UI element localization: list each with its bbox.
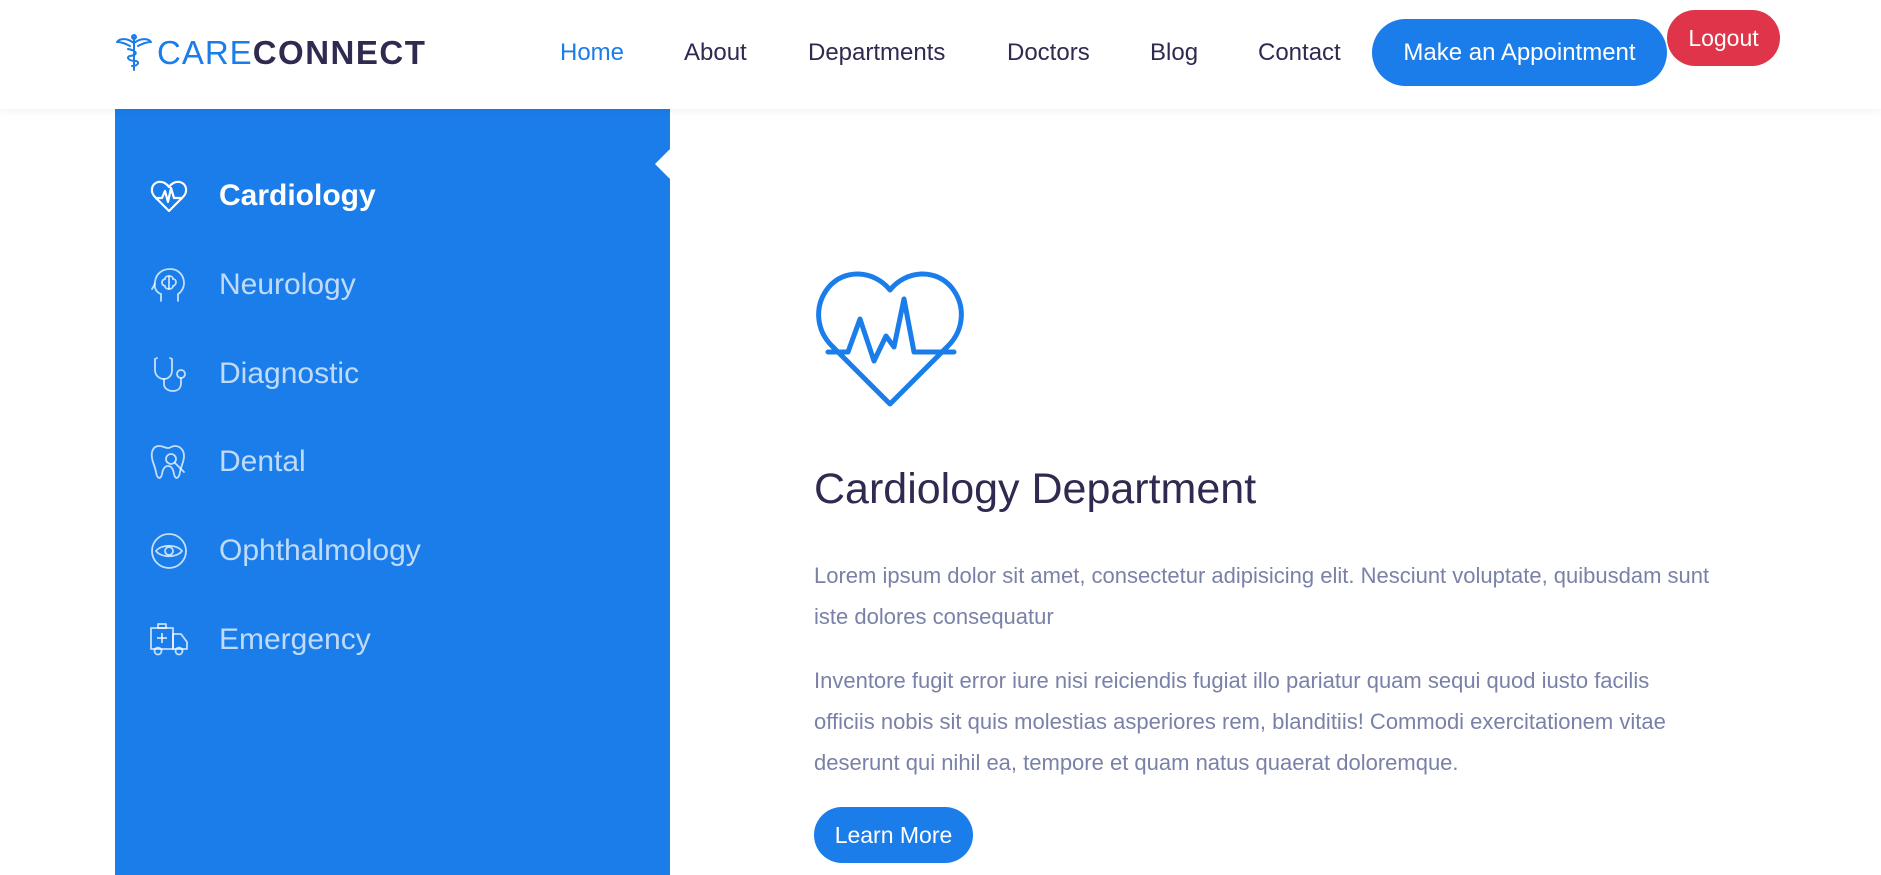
sidebar-item-label: Emergency	[219, 623, 371, 656]
sidebar-item-label: Cardiology	[219, 179, 376, 212]
departments-sidebar: Cardiology Neurology Diagnostic Dental O…	[115, 109, 670, 875]
nav-doctors[interactable]: Doctors	[1007, 36, 1090, 70]
make-appointment-button[interactable]: Make an Appointment	[1372, 19, 1667, 86]
ambulance-icon	[149, 620, 189, 660]
brain-head-icon	[149, 265, 189, 305]
sidebar-item-label: Diagnostic	[219, 357, 360, 390]
brand-name-care: CARE	[157, 34, 253, 71]
eye-icon	[149, 531, 189, 571]
sidebar-item-dental[interactable]: Dental	[115, 432, 670, 492]
department-description-2: Inventore fugit error iure nisi reiciend…	[814, 668, 1666, 775]
sidebar-item-label: Neurology	[219, 268, 356, 301]
sidebar-item-emergency[interactable]: Emergency	[115, 610, 670, 670]
brand-logo[interactable]: CARE CONNECT	[114, 30, 426, 76]
sidebar-item-cardiology[interactable]: Cardiology	[115, 166, 670, 226]
department-detail: Cardiology Department Lorem ipsum dolor …	[814, 109, 1714, 875]
sidebar-item-ophthalmology[interactable]: Ophthalmology	[115, 521, 670, 581]
department-title: Cardiology Department	[814, 465, 1257, 513]
caduceus-icon	[116, 34, 152, 71]
nav-home[interactable]: Home	[560, 36, 624, 70]
tooth-icon	[149, 442, 189, 482]
department-description-1: Lorem ipsum dolor sit amet, consectetur …	[814, 563, 1710, 629]
sidebar-item-neurology[interactable]: Neurology	[115, 255, 670, 315]
sidebar-item-diagnostic[interactable]: Diagnostic	[115, 344, 670, 404]
heart-pulse-icon	[149, 176, 189, 216]
nav-contact[interactable]: Contact	[1258, 36, 1341, 70]
stethoscope-icon	[149, 354, 189, 394]
nav-about[interactable]: About	[684, 36, 747, 70]
sidebar-item-label: Ophthalmology	[219, 534, 421, 567]
brand-name-connect: CONNECT	[252, 34, 427, 71]
site-header: CARE CONNECT Home About Departments Docto…	[0, 0, 1881, 109]
nav-blog[interactable]: Blog	[1150, 36, 1198, 70]
heart-pulse-icon	[816, 271, 964, 407]
learn-more-button[interactable]: Learn More	[814, 807, 973, 863]
logout-button[interactable]: Logout	[1667, 10, 1780, 66]
sidebar-item-label: Dental	[219, 445, 306, 478]
nav-departments[interactable]: Departments	[808, 36, 945, 70]
